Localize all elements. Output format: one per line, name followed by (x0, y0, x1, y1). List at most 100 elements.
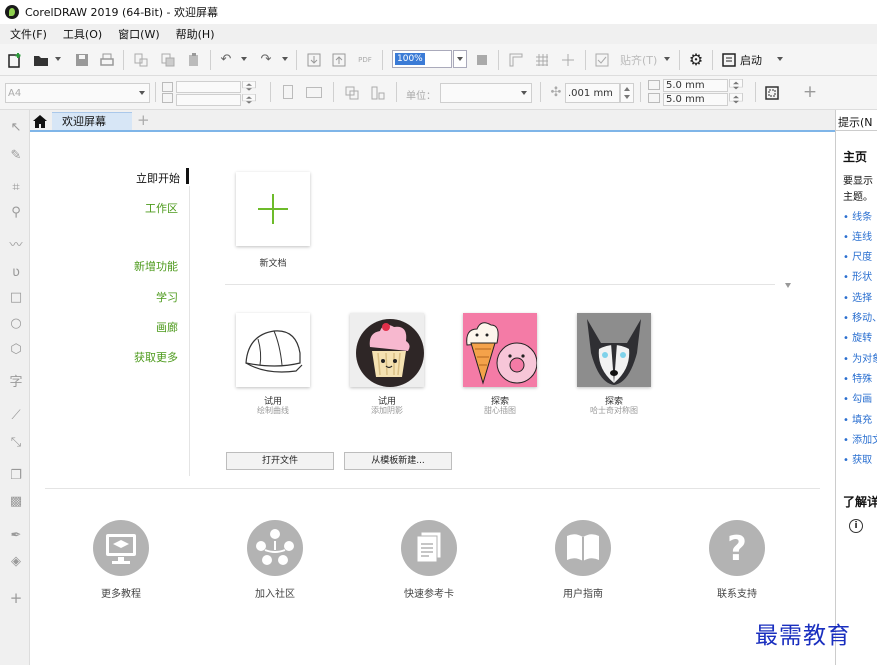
page-height-spinner[interactable] (242, 94, 256, 104)
options-gear-icon[interactable]: ⚙ (688, 52, 704, 68)
connector-tool-icon[interactable]: ⤡ (8, 435, 24, 451)
nav-item-workspace[interactable]: 工作区 (100, 200, 178, 215)
import-icon[interactable] (306, 52, 322, 68)
hint-link-select[interactable]: • 选择 (843, 289, 872, 304)
drop-shadow-tool-icon[interactable]: ❐ (8, 468, 24, 484)
page-width-field[interactable] (176, 81, 241, 93)
polygon-tool-icon[interactable]: ⬡ (8, 342, 24, 358)
pdf-icon[interactable]: PDF (357, 52, 373, 68)
user-guide-button[interactable] (555, 520, 611, 576)
undo-dropdown-icon[interactable] (241, 57, 247, 61)
add-property-icon[interactable]: + (802, 84, 818, 101)
quick-reference-button[interactable] (401, 520, 457, 576)
template-thumb-cap[interactable] (236, 313, 310, 387)
home-icon[interactable] (30, 112, 50, 130)
hint-link-shapes[interactable]: • 形状 (843, 268, 872, 283)
copy-icon[interactable] (160, 52, 176, 68)
duplicate-y-field[interactable]: 5.0 mm (663, 93, 728, 106)
units-select[interactable] (440, 83, 532, 103)
export-icon[interactable] (331, 52, 347, 68)
nav-item-gallery[interactable]: 画廊 (100, 319, 178, 334)
eyedropper-tool-icon[interactable]: ✒ (8, 528, 24, 544)
show-grid-icon[interactable] (534, 52, 550, 68)
launch-icon[interactable] (721, 52, 737, 68)
zoom-level-field[interactable]: 100% (392, 50, 452, 68)
snap-to-label[interactable]: 贴齐(T) (620, 52, 657, 68)
snap-dropdown-icon[interactable] (664, 57, 670, 61)
collapse-chevron-icon[interactable] (785, 283, 791, 288)
open-dropdown-icon[interactable] (55, 57, 61, 61)
treat-as-filled-icon[interactable] (764, 85, 780, 101)
duplicate-y-spinner[interactable] (729, 93, 743, 104)
launch-dropdown-icon[interactable] (777, 57, 783, 61)
page-width-spinner[interactable] (242, 81, 256, 91)
show-rulers-icon[interactable] (508, 52, 524, 68)
nav-item-get-more[interactable]: 获取更多 (100, 349, 178, 364)
guidelines-icon[interactable] (560, 52, 576, 68)
open-folder-icon[interactable] (33, 52, 49, 68)
more-tutorials-button[interactable] (93, 520, 149, 576)
zoom-dropdown-button[interactable] (453, 50, 467, 68)
paste-icon[interactable] (186, 52, 202, 68)
portrait-icon[interactable] (283, 85, 293, 99)
hint-link-connectors[interactable]: • 连线 (843, 228, 872, 243)
shape-tool-icon[interactable]: ✎ (8, 148, 24, 164)
join-community-button[interactable] (247, 520, 303, 576)
template-thumb-husky[interactable] (577, 313, 651, 387)
nav-item-learn[interactable]: 学习 (100, 289, 178, 304)
new-from-template-button[interactable]: 从模板新建... (344, 452, 452, 470)
current-page-icon[interactable] (370, 85, 386, 101)
page-height-field[interactable] (176, 94, 241, 106)
nudge-distance-field[interactable]: .001 mm (565, 83, 620, 103)
template-thumb-cupcake[interactable] (350, 313, 424, 387)
duplicate-x-field[interactable]: 5.0 mm (663, 79, 728, 92)
crop-tool-icon[interactable]: ⌗ (8, 180, 24, 196)
print-icon[interactable] (99, 52, 115, 68)
undo-icon[interactable]: ↶ (218, 52, 234, 68)
add-tab-icon[interactable]: + (137, 112, 150, 128)
hint-link-outline[interactable]: • 勾画 (843, 390, 872, 405)
all-pages-icon[interactable] (344, 85, 360, 101)
text-tool-icon[interactable]: 字 (8, 375, 24, 391)
page-size-select[interactable]: A4 (5, 83, 150, 103)
contact-support-button[interactable]: ? (709, 520, 765, 576)
landscape-icon[interactable] (306, 87, 322, 98)
new-document-icon[interactable] (7, 52, 23, 68)
hint-link-rotate[interactable]: • 旋转 (843, 329, 872, 344)
hints-docker-tab[interactable]: 提示(N (838, 114, 873, 130)
hint-link-get-more[interactable]: • 获取 (843, 451, 872, 466)
nudge-spinner[interactable] (620, 83, 634, 103)
hint-link-effects[interactable]: • 特殊 (843, 370, 872, 385)
duplicate-x-spinner[interactable] (729, 79, 743, 90)
ellipse-tool-icon[interactable]: ○ (8, 316, 24, 332)
transparency-tool-icon[interactable]: ▩ (8, 494, 24, 510)
menu-window[interactable]: 窗口(W) (118, 26, 159, 42)
snap-icon[interactable] (594, 52, 610, 68)
redo-dropdown-icon[interactable] (282, 57, 288, 61)
dimension-tool-icon[interactable]: ⟋ (8, 408, 24, 424)
menu-tools[interactable]: 工具(O) (63, 26, 102, 42)
save-icon[interactable] (74, 52, 90, 68)
launch-label[interactable]: 启动 (740, 52, 762, 68)
redo-icon[interactable]: ↷ (258, 52, 274, 68)
hint-link-lines[interactable]: • 线条 (843, 208, 872, 223)
freehand-tool-icon[interactable]: 〰 (8, 238, 24, 254)
menu-help[interactable]: 帮助(H) (176, 26, 215, 42)
cut-icon[interactable] (133, 52, 149, 68)
hint-link-fill[interactable]: • 填充 (843, 411, 872, 426)
nav-item-get-started[interactable]: 立即开始 (100, 170, 180, 185)
add-tool-icon[interactable]: + (8, 590, 24, 606)
menu-file[interactable]: 文件(F) (10, 26, 47, 42)
hint-link-dimensions[interactable]: • 尺度 (843, 248, 872, 263)
full-screen-icon[interactable] (474, 52, 490, 68)
interactive-fill-tool-icon[interactable]: ◈ (8, 554, 24, 570)
template-thumb-icecream[interactable] (463, 313, 537, 387)
rectangle-tool-icon[interactable]: □ (8, 290, 24, 306)
pick-tool-icon[interactable]: ↖ (8, 120, 24, 136)
tab-welcome-screen[interactable]: 欢迎屏幕 (52, 112, 132, 130)
artistic-media-tool-icon[interactable]: ʋ (8, 265, 24, 281)
hint-link-add-text[interactable]: • 添加文 (843, 431, 877, 446)
zoom-tool-icon[interactable]: ⚲ (8, 205, 24, 221)
open-file-button[interactable]: 打开文件 (226, 452, 334, 470)
new-document-button[interactable] (236, 172, 310, 246)
